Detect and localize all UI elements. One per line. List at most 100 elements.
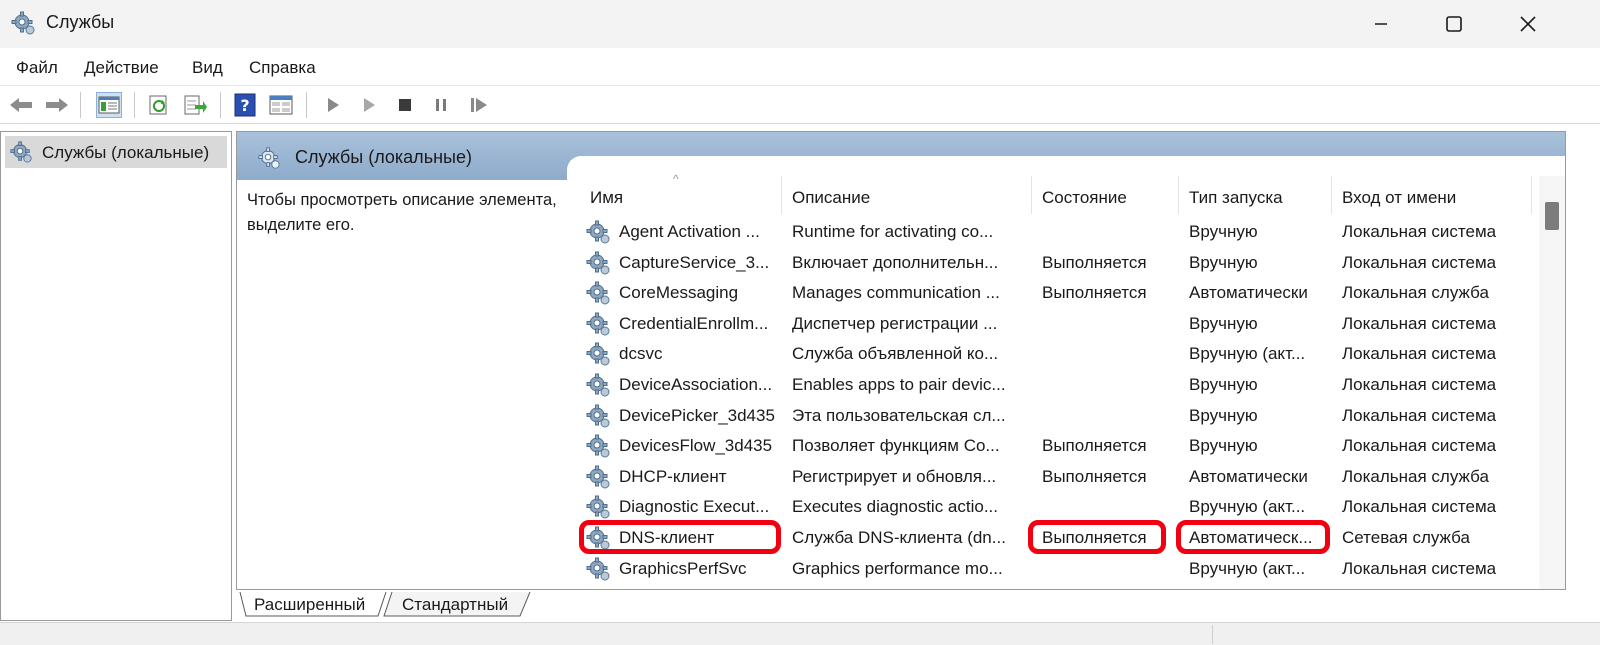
description-hint: Чтобы просмотреть описание элемента, выд… xyxy=(247,191,557,234)
cell-logon-as: Локальная система xyxy=(1342,344,1497,364)
refresh-icon[interactable] xyxy=(146,92,172,118)
title-bar: Службы xyxy=(0,0,1600,48)
table-row[interactable]: DHCP-клиент Регистрирует и обновля... Выпо… xyxy=(577,462,1532,492)
column-header-description[interactable]: Описание xyxy=(792,188,870,208)
cell-startup-type: Вручную xyxy=(1189,405,1258,425)
services-panel: Службы (локальные) Чтобы просмотреть опи… xyxy=(236,131,1566,590)
sort-caret-icon: ^ xyxy=(673,172,679,186)
cell-status: Выполняется xyxy=(1042,283,1147,303)
menu-view[interactable]: Вид xyxy=(192,58,223,78)
cell-startup-type: Вручную (акт... xyxy=(1189,344,1306,364)
resume-icon[interactable] xyxy=(466,92,492,118)
svg-text:?: ? xyxy=(240,96,249,115)
column-header-logon-as[interactable]: Вход от имени xyxy=(1342,188,1456,208)
minimize-button[interactable] xyxy=(1345,0,1417,48)
menu-file[interactable]: Файл xyxy=(16,58,58,78)
cell-description: Enables apps to pair devic... xyxy=(792,375,1006,394)
table-row[interactable]: DevicePicker_3d435 Эта пользовательская с… xyxy=(577,401,1532,431)
cell-name: Diagnostic Execut... xyxy=(619,497,770,517)
table-row[interactable]: Agent Activation ... Runtime for activati… xyxy=(577,217,1532,247)
table-row[interactable]: CoreMessaging Manages communication ... Вы… xyxy=(577,278,1532,308)
table-row[interactable]: dcsvc Служба объявленной ко... Вручную (ак… xyxy=(577,339,1532,369)
column-header-status[interactable]: Состояние xyxy=(1042,188,1127,208)
vertical-scrollbar[interactable] xyxy=(1539,176,1565,589)
cell-startup-type: Вручную xyxy=(1189,222,1258,241)
service-gear-icon xyxy=(585,403,611,429)
table-row[interactable]: CredentialEnrollm... Диспетчер регистраци… xyxy=(577,309,1532,339)
table-row[interactable]: Diagnostic Execut... Executes diagnostic … xyxy=(577,492,1532,522)
service-gear-icon xyxy=(585,280,611,306)
cell-name: Agent Activation ... xyxy=(619,222,760,241)
maximize-button[interactable] xyxy=(1418,0,1490,48)
tree-item-label: Службы (локальные) xyxy=(42,143,210,162)
table-row[interactable]: CaptureService_3... Включает дополнительн… xyxy=(577,248,1532,278)
console-tree: Службы (локальные) xyxy=(0,131,232,621)
cell-name: DHCP-клиент xyxy=(619,466,727,486)
cell-logon-as: Локальная система xyxy=(1342,375,1497,394)
service-gear-icon xyxy=(585,219,611,245)
panel-header: Службы (локальные) xyxy=(237,132,1565,180)
play-outline-icon[interactable] xyxy=(356,92,382,118)
column-header-name[interactable]: Имя xyxy=(590,188,623,208)
highlight-name xyxy=(579,520,781,554)
cell-logon-as: Локальная система xyxy=(1342,252,1497,272)
cell-name: GraphicsPerfSvc xyxy=(619,558,747,578)
cell-name: DevicePicker_3d435 xyxy=(619,405,775,425)
service-gear-icon xyxy=(585,464,611,490)
cell-name: dcsvc xyxy=(619,344,663,364)
table-row[interactable]: GraphicsPerfSvc Graphics performance mo..… xyxy=(577,554,1532,584)
menu-action[interactable]: Действие xyxy=(84,58,159,78)
cell-description: Служба объявленной ко... xyxy=(792,344,999,364)
cell-startup-type: Автоматически xyxy=(1189,283,1308,303)
cell-logon-as: Локальная система xyxy=(1342,313,1497,333)
table-row[interactable]: DeviceAssociation... Enables apps to pair… xyxy=(577,370,1532,400)
cell-logon-as: Локальная служба xyxy=(1342,283,1489,303)
cell-description: Runtime for activating co... xyxy=(792,222,994,241)
view-tabs: Расширенный Стандартный xyxy=(236,590,1566,620)
highlight-status xyxy=(1028,520,1166,554)
cell-startup-type: Вручную xyxy=(1189,313,1258,333)
cell-logon-as: Сетевая служба xyxy=(1342,528,1470,547)
tab-standard[interactable]: Стандартный xyxy=(394,590,534,618)
stop-icon[interactable] xyxy=(392,92,418,118)
cell-startup-type: Вручную (акт... xyxy=(1189,558,1306,578)
cell-startup-type: Вручную xyxy=(1189,375,1258,394)
pause-icon[interactable] xyxy=(428,92,454,118)
cell-startup-type: Вручную xyxy=(1189,436,1258,456)
cell-name: DeviceAssociation... xyxy=(619,375,773,394)
show-console-tree-icon[interactable] xyxy=(96,92,122,118)
menu-help[interactable]: Справка xyxy=(249,58,316,78)
tree-item-services-local[interactable]: Службы (локальные) xyxy=(5,136,227,168)
service-gear-icon xyxy=(585,341,611,367)
tab-extended[interactable]: Расширенный xyxy=(246,590,386,618)
export-list-icon[interactable] xyxy=(182,92,208,118)
cell-description: Диспетчер регистрации ... xyxy=(792,313,998,333)
properties-icon[interactable] xyxy=(268,92,294,118)
table-row[interactable]: DevicesFlow_3d435 Позволяет функциям Co..… xyxy=(577,431,1532,461)
window-title: Службы xyxy=(46,12,115,32)
status-bar xyxy=(0,622,1600,645)
cell-description: Manages communication ... xyxy=(792,283,1000,303)
cell-startup-type: Вручную xyxy=(1189,252,1258,272)
cell-startup-type: Вручную (акт... xyxy=(1189,497,1306,517)
gear-icon xyxy=(10,10,36,36)
service-gear-icon xyxy=(585,556,611,582)
cell-name: CaptureService_3... xyxy=(619,252,770,272)
back-arrow-icon[interactable] xyxy=(8,92,34,118)
close-button[interactable] xyxy=(1492,0,1564,48)
cell-startup-type: Автоматически xyxy=(1189,466,1308,486)
gear-icon xyxy=(9,140,33,164)
scrollbar-thumb[interactable] xyxy=(1545,202,1559,230)
cell-description: Позволяет функциям Co... xyxy=(792,436,1000,456)
forward-arrow-icon[interactable] xyxy=(44,92,70,118)
cell-name: DevicesFlow_3d435 xyxy=(619,436,773,456)
help-icon[interactable]: ? xyxy=(232,92,258,118)
cell-logon-as: Локальная система xyxy=(1342,558,1497,578)
service-gear-icon xyxy=(585,494,611,520)
service-gear-icon xyxy=(585,433,611,459)
cell-logon-as: Локальная система xyxy=(1342,497,1497,517)
play-icon[interactable] xyxy=(320,92,346,118)
highlight-startup-type xyxy=(1176,520,1330,554)
column-header-startup-type[interactable]: Тип запуска xyxy=(1189,188,1283,208)
cell-name: CredentialEnrollm... xyxy=(619,313,769,333)
